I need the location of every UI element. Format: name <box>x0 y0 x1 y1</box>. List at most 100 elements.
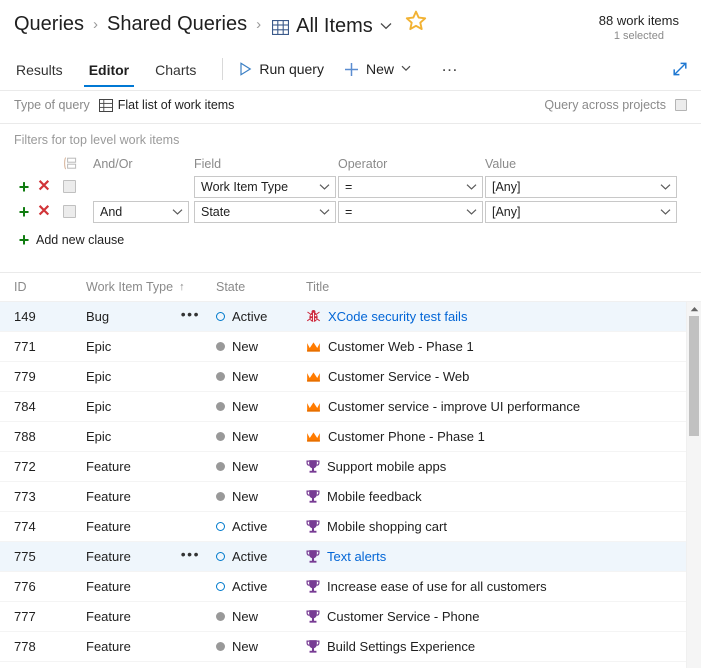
filter-clause-row: + ✕ Work Item Type = [Any] <box>14 174 701 199</box>
table-row[interactable]: 771 Epic New Customer Web - Phase 1 <box>0 332 701 362</box>
table-row[interactable]: 772 Feature New Support mobile apps <box>0 452 701 482</box>
cell-id: 777 <box>14 609 36 624</box>
table-row[interactable]: 774 Feature Active Mobile shopping cart <box>0 512 701 542</box>
cell-title: Mobile shopping cart <box>306 519 701 534</box>
column-header-title[interactable]: Title <box>306 280 701 294</box>
chevron-down-icon[interactable] <box>380 10 392 38</box>
cell-title: Customer Phone - Phase 1 <box>306 429 701 444</box>
query-across-projects-checkbox[interactable] <box>675 99 687 111</box>
state-active-dot-icon <box>216 552 225 561</box>
cell-id: 771 <box>14 339 36 354</box>
tab-toolbar: Results Editor Charts Run query New … <box>0 48 701 90</box>
chevron-down-icon[interactable] <box>401 63 411 75</box>
remove-clause-row-button[interactable]: ✕ <box>34 203 54 219</box>
column-header-work-item-type[interactable]: Work Item Type ↑ <box>86 280 216 294</box>
filter-clause-row: + ✕ And State = [Any] <box>14 199 701 224</box>
column-header-operator: Operator <box>338 156 388 171</box>
cell-title-label[interactable]: Support mobile apps <box>327 459 446 474</box>
table-row[interactable]: 784 Epic New Customer service - improve UI … <box>0 392 701 422</box>
cell-work-item-type: Epic <box>86 339 216 354</box>
scrollbar-thumb[interactable] <box>689 316 699 436</box>
play-triangle-icon <box>239 62 252 76</box>
expand-diagonal-icon[interactable] <box>671 60 689 78</box>
add-clause-row-button[interactable]: + <box>14 178 34 196</box>
table-row[interactable]: 773 Feature New Mobile feedback <box>0 482 701 512</box>
clause-field-select[interactable]: Work Item Type <box>194 175 336 198</box>
table-row[interactable]: 778 Feature New Build Settings Experience <box>0 632 701 662</box>
cell-title-label[interactable]: Customer Web - Phase 1 <box>328 339 474 354</box>
new-work-item-button[interactable]: New <box>344 61 411 77</box>
chevron-down-icon <box>172 208 183 215</box>
cell-state-label: New <box>232 609 259 624</box>
cell-title-label[interactable]: XCode security test fails <box>328 309 467 324</box>
row-context-menu-icon[interactable]: ••• <box>181 309 200 324</box>
cell-state: Active <box>216 309 306 324</box>
cell-title-label[interactable]: Increase ease of use for all customers <box>327 579 547 594</box>
row-context-menu-icon[interactable]: ••• <box>181 549 200 564</box>
chevron-down-icon <box>466 208 477 215</box>
query-across-projects[interactable]: Query across projects <box>544 98 687 112</box>
clause-andor-value: And <box>100 204 123 219</box>
table-row[interactable]: 149 Bug ••• Active XCode security test fails <box>0 302 701 332</box>
column-header-id[interactable]: ID <box>14 280 86 294</box>
cell-title-label[interactable]: Customer Service - Phone <box>327 609 479 624</box>
cell-id: 775 <box>14 549 36 564</box>
cell-state: New <box>216 489 306 504</box>
cell-id: 776 <box>14 579 36 594</box>
clause-group-checkbox[interactable] <box>63 180 76 193</box>
tab-results[interactable]: Results <box>14 48 65 90</box>
clause-value-select[interactable]: [Any] <box>485 200 677 223</box>
grouping-icon[interactable] <box>63 157 93 170</box>
breadcrumb-current-query[interactable]: All Items <box>270 10 392 43</box>
table-row[interactable]: 788 Epic New Customer Phone - Phase 1 <box>0 422 701 452</box>
cell-id: 788 <box>14 429 36 444</box>
cell-title: Customer Service - Phone <box>306 609 701 624</box>
cell-state-label: New <box>232 429 259 444</box>
tab-charts[interactable]: Charts <box>153 48 198 90</box>
clause-group-checkbox[interactable] <box>63 205 76 218</box>
ellipsis-icon[interactable]: … <box>441 57 460 78</box>
clause-andor-select[interactable]: And <box>93 200 189 223</box>
cell-title-label[interactable]: Customer Phone - Phase 1 <box>328 429 485 444</box>
table-row[interactable]: 779 Epic New Customer Service - Web <box>0 362 701 392</box>
clause-operator-select[interactable]: = <box>338 200 483 223</box>
favorite-star-icon[interactable] <box>405 10 427 41</box>
cell-state-label: New <box>232 339 259 354</box>
cell-work-item-type-label: Epic <box>86 339 112 354</box>
cell-title-label[interactable]: Mobile shopping cart <box>327 519 447 534</box>
cell-id: 778 <box>14 639 36 654</box>
column-header-state[interactable]: State <box>216 280 306 294</box>
breadcrumb-queries[interactable]: Queries <box>14 10 84 38</box>
cell-title-label[interactable]: Text alerts <box>327 549 386 564</box>
add-clause-row-button[interactable]: + <box>14 203 34 221</box>
table-row[interactable]: 776 Feature Active Increase ease of use for… <box>0 572 701 602</box>
clause-field-select[interactable]: State <box>194 200 336 223</box>
tab-editor[interactable]: Editor <box>83 48 135 90</box>
cell-title-label[interactable]: Mobile feedback <box>327 489 422 504</box>
add-new-clause-button[interactable]: + Add new clause <box>14 224 164 249</box>
cell-title-label[interactable]: Build Settings Experience <box>327 639 475 654</box>
cell-title-label[interactable]: Customer Service - Web <box>328 369 469 384</box>
chevron-down-icon <box>319 183 330 190</box>
plus-icon <box>344 62 359 77</box>
remove-clause-row-button[interactable]: ✕ <box>34 178 54 194</box>
clause-operator-select[interactable]: = <box>338 175 483 198</box>
table-row[interactable]: 775 Feature ••• Active Text alerts <box>0 542 701 572</box>
breadcrumb-shared-queries[interactable]: Shared Queries <box>107 10 247 38</box>
state-active-dot-icon <box>216 312 225 321</box>
run-query-button[interactable]: Run query <box>239 61 324 77</box>
cell-work-item-type: Feature <box>86 609 216 624</box>
query-type-text: Flat list of work items <box>117 98 235 112</box>
clause-value-select[interactable]: [Any] <box>485 175 677 198</box>
clause-value-value: [Any] <box>492 204 521 219</box>
clause-operator-value: = <box>345 179 353 194</box>
epic-crown-icon <box>306 430 321 444</box>
cell-title-label[interactable]: Customer service - improve UI performanc… <box>328 399 580 414</box>
chevron-down-icon <box>660 208 671 215</box>
table-row[interactable]: 777 Feature New Customer Service - Phone <box>0 602 701 632</box>
filters-header-row: And/Or Field Operator Value <box>14 153 701 174</box>
query-type-value[interactable]: Flat list of work items <box>98 98 235 112</box>
scroll-up-arrow-icon[interactable] <box>687 302 701 315</box>
results-grid-body: 149 Bug ••• Active XCode security test fails… <box>0 302 701 662</box>
results-vertical-scrollbar[interactable] <box>686 302 701 668</box>
